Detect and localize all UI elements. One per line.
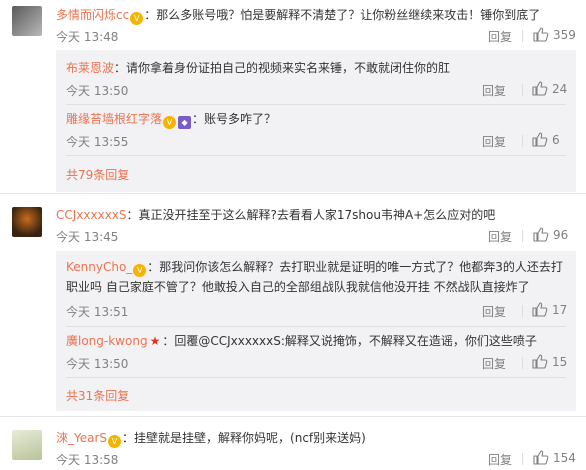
comment-1: 多情而闪烁cc V ：那么多账号哦？怕是要解释不清楚了？让你粉丝继续来攻击！锤你到底… (0, 0, 586, 194)
avatar[interactable] (12, 207, 42, 237)
sub-comment: 廣long-kwong ★ ：回覆@CCJxxxxxxS:解释又说掩饰，不解释又在造… (56, 329, 576, 381)
like-button[interactable]: 359 (533, 27, 576, 42)
sub-comment-text: ：账号多咋了？ (192, 112, 277, 126)
sub-comment-time: 今天 13:50 (66, 84, 129, 98)
comment-3: 淶_YearS V ：挂壁就是挂壁，解释你妈呢，(ncf别来送妈) 今天 13:58… (0, 418, 586, 470)
thumbs-up-icon (532, 132, 548, 147)
like-count: 96 (553, 228, 569, 242)
sub-comment-body: 雕缘苔墙根红字落 V ◆ ：账号多咋了？ (66, 109, 566, 129)
divider (66, 377, 566, 378)
like-count: 17 (552, 303, 568, 317)
sub-comment-username[interactable]: KennyCho_ (66, 260, 132, 274)
reply-button[interactable]: 回复 (488, 28, 512, 45)
more-replies-link[interactable]: 共31条回复 (66, 387, 129, 404)
sub-comment-username[interactable]: 布莱恩波 (66, 61, 114, 75)
comment-body: 多情而闪烁cc V ：那么多账号哦？怕是要解释不清楚了？让你粉丝继续来攻击！锤你到底… (56, 7, 540, 25)
reply-list: KennyCho_ V ：那我问你该怎么解释？去打职业就是证明的唯一方式了？他都奔3… (56, 251, 576, 411)
sub-comment: 雕缘苔墙根红字落 V ◆ ：账号多咋了？ 今天 13:55 回复 6 (56, 107, 576, 159)
comment-text: ：真正没开挂至于这么解释?去看看人家17shou韦神A+怎么应对的吧 (126, 208, 496, 222)
sub-comment-text: ：回覆@CCJxxxxxxS:解释又说掩饰，不解释又在造谣，你们这些喷子 (162, 334, 537, 348)
thumbs-up-icon (532, 81, 548, 96)
like-count: 24 (552, 82, 568, 96)
comment-text: ：挂壁就是挂壁，解释你妈呢，(ncf别来送妈) (122, 431, 366, 445)
sub-comment-time: 今天 13:50 (66, 357, 129, 371)
vip-badge-icon: V (130, 12, 144, 25)
sub-comment-text: ：请你拿着身份证拍自己的视频来实名来锤，不敢就闭住你的肛 (114, 61, 451, 75)
divider (522, 357, 523, 369)
like-button[interactable]: 24 (532, 81, 567, 96)
like-count: 15 (552, 355, 568, 369)
comment-time: 今天 13:45 (56, 230, 119, 244)
comment-username[interactable]: CCJxxxxxxS (56, 208, 127, 222)
divider (522, 230, 523, 242)
divider (522, 30, 523, 42)
like-button[interactable]: 154 (533, 450, 576, 465)
divider (0, 416, 586, 417)
comment-username[interactable]: 淶_YearS (56, 431, 107, 445)
comment-2: CCJxxxxxxS：真正没开挂至于这么解释?去看看人家17shou韦神A+怎么… (0, 195, 586, 417)
like-button[interactable]: 6 (532, 132, 560, 147)
sub-comment-username[interactable]: 雕缘苔墙根红字落 (66, 112, 162, 126)
vip-badge-icon: V (163, 116, 177, 129)
divider (66, 326, 566, 327)
comment-username[interactable]: 多情而闪烁cc (56, 8, 129, 22)
divider (66, 104, 566, 105)
thumbs-up-icon (532, 302, 548, 317)
sub-comment-body: KennyCho_ V ：那我问你该怎么解释？去打职业就是证明的唯一方式了？他都奔3… (66, 257, 566, 297)
divider (0, 193, 586, 194)
thumbs-up-icon (532, 354, 548, 369)
divider (522, 453, 523, 465)
reply-button[interactable]: 回复 (482, 303, 506, 320)
comment-time: 今天 13:58 (56, 453, 119, 467)
sub-comment: KennyCho_ V ：那我问你该怎么解释？去打职业就是证明的唯一方式了？他都奔3… (56, 251, 576, 329)
reply-button[interactable]: 回复 (488, 228, 512, 245)
like-count: 359 (553, 28, 576, 42)
comment-time: 今天 13:48 (56, 30, 119, 44)
divider (522, 84, 523, 96)
comment-text: ：那么多账号哦？怕是要解释不清楚了？让你粉丝继续来攻击！锤你到底了 (144, 8, 541, 22)
sub-comment-body: 廣long-kwong ★ ：回覆@CCJxxxxxxS:解释又说掩饰，不解释又在造… (66, 331, 566, 351)
reply-button[interactable]: 回复 (482, 133, 506, 150)
divider (66, 155, 566, 156)
red-star-icon: ★ (149, 334, 161, 348)
divider (522, 135, 523, 147)
sub-comment-time: 今天 13:51 (66, 305, 129, 319)
divider (522, 305, 523, 317)
like-count: 6 (552, 133, 560, 147)
reply-list: 布莱恩波：请你拿着身份证拍自己的视频来实名来锤，不敢就闭住你的肛 今天 13:5… (56, 50, 576, 192)
reply-button[interactable]: 回复 (488, 451, 512, 468)
avatar[interactable] (12, 430, 42, 460)
vip-badge-icon: V (133, 264, 147, 277)
sub-comment-username[interactable]: 廣long-kwong (66, 334, 148, 348)
comment-body: 淶_YearS V ：挂壁就是挂壁，解释你妈呢，(ncf别来送妈) (56, 430, 366, 448)
thumbs-up-icon (533, 227, 549, 242)
like-button[interactable]: 15 (532, 354, 567, 369)
like-button[interactable]: 96 (533, 227, 568, 242)
sub-comment: 布莱恩波：请你拿着身份证拍自己的视频来实名来锤，不敢就闭住你的肛 今天 13:5… (56, 50, 576, 106)
avatar[interactable] (12, 6, 42, 36)
sub-comment-body: 布莱恩波：请你拿着身份证拍自己的视频来实名来锤，不敢就闭住你的肛 (66, 58, 566, 78)
more-replies-link[interactable]: 共79条回复 (66, 166, 129, 183)
like-count: 154 (553, 451, 576, 465)
reply-button[interactable]: 回复 (482, 82, 506, 99)
thumbs-up-icon (533, 450, 549, 465)
like-button[interactable]: 17 (532, 302, 567, 317)
medal-icon: ◆ (178, 116, 192, 129)
comment-body: CCJxxxxxxS：真正没开挂至于这么解释?去看看人家17shou韦神A+怎么… (56, 207, 495, 223)
vip-badge-icon: V (108, 435, 122, 448)
reply-button[interactable]: 回复 (482, 355, 506, 372)
thumbs-up-icon (533, 27, 549, 42)
sub-comment-time: 今天 13:55 (66, 135, 129, 149)
